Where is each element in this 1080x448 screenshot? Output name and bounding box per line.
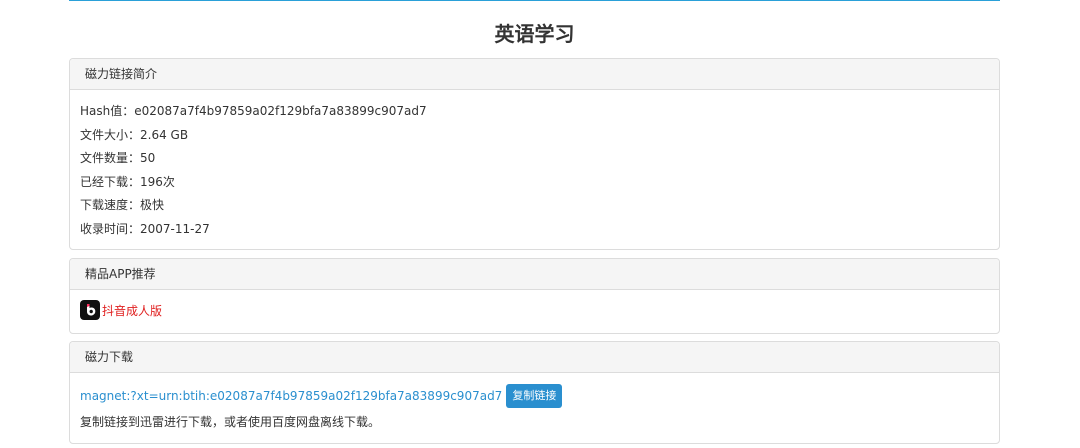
indexed-date: 收录时间：2007-11-27 bbox=[80, 221, 210, 236]
top-divider bbox=[69, 0, 1000, 1]
app-logo-icon[interactable] bbox=[80, 300, 100, 320]
magnet-download-panel: 磁力下载 magnet:?xt=urn:btih:e02087a7f4b9785… bbox=[69, 341, 1000, 444]
page-title: 英语学习 bbox=[494, 22, 575, 46]
file-count: 文件数量：50 bbox=[80, 151, 156, 165]
panel-body: 抖音成人版 bbox=[70, 290, 999, 320]
download-count: 已经下载：196次 bbox=[80, 174, 175, 189]
panel-heading: 精品APP推荐 bbox=[70, 259, 999, 290]
magnet-info-panel: 磁力链接简介 Hash值：e02087a7f4b97859a02f129bfa7… bbox=[69, 58, 1000, 250]
panel-heading: 磁力下载 bbox=[70, 342, 999, 373]
magnet-link[interactable]: magnet:?xt=urn:btih:e02087a7f4b97859a02f… bbox=[80, 389, 502, 403]
panel-heading: 磁力链接简介 bbox=[70, 59, 999, 90]
panel-body: Hash值：e02087a7f4b97859a02f129bfa7a83899c… bbox=[70, 90, 999, 241]
panel-body: magnet:?xt=urn:btih:e02087a7f4b97859a02f… bbox=[70, 373, 999, 430]
file-size: 文件大小：2.64 GB bbox=[80, 127, 189, 142]
download-hint: 复制链接到迅雷进行下载，或者使用百度网盘离线下载。 bbox=[80, 415, 381, 429]
app-recommend-panel: 精品APP推荐 抖音成人版 bbox=[69, 258, 1000, 334]
copy-link-button[interactable]: 复制链接 bbox=[506, 384, 563, 408]
app-link[interactable]: 抖音成人版 bbox=[102, 302, 162, 319]
main-container: 英语学习 磁力链接简介 Hash值：e02087a7f4b97859a02f12… bbox=[69, 0, 1000, 444]
magnet-row: magnet:?xt=urn:btih:e02087a7f4b97859a02f… bbox=[80, 383, 989, 409]
hash-value: Hash值：e02087a7f4b97859a02f129bfa7a83899c… bbox=[80, 104, 427, 118]
download-speed: 下载速度：极快 bbox=[80, 198, 165, 212]
